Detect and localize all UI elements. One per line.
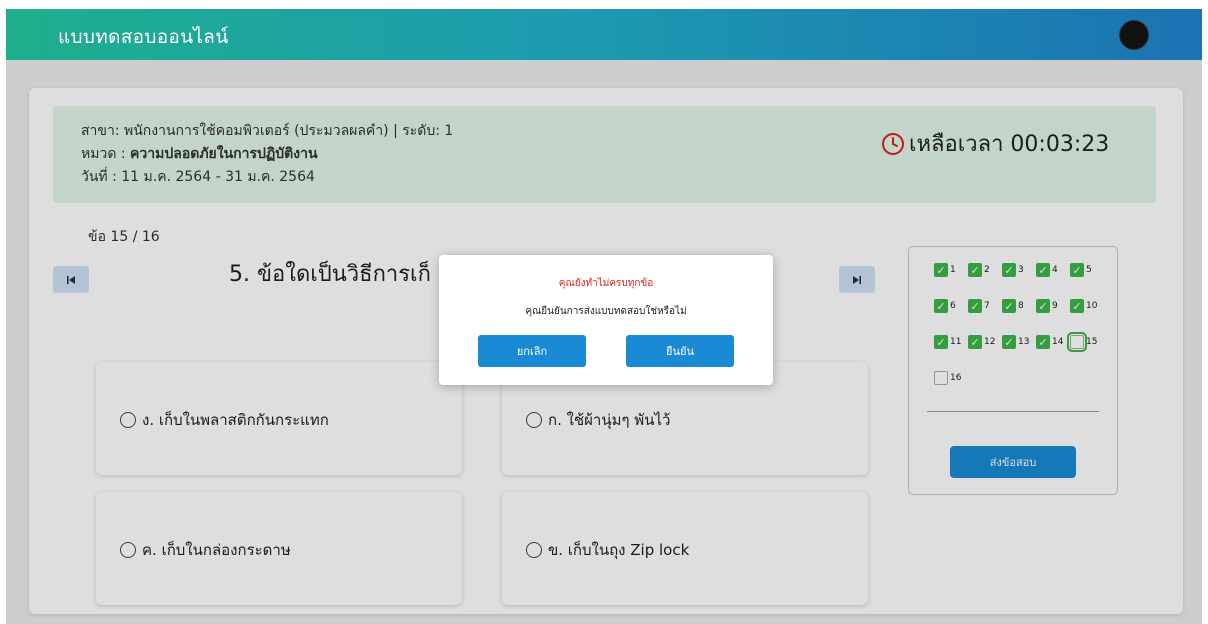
app-title: แบบทดสอบออนไลน์ xyxy=(58,26,229,48)
confirm-dialog: คุณยังทำไม่ครบทุกข้อ คุณยืนยันการส่งแบบท… xyxy=(439,255,773,385)
dialog-title: คุณยังทำไม่ครบทุกข้อ xyxy=(558,278,654,289)
confirm-button[interactable]: ยืนยัน xyxy=(626,335,734,367)
top-bar: แบบทดสอบออนไลน์ xyxy=(6,9,1202,60)
cancel-button[interactable]: ยกเลิก xyxy=(478,335,586,367)
avatar[interactable] xyxy=(1119,20,1149,50)
dialog-message: คุณยืนยันการส่งแบบทดสอบใช่หรือไม่ xyxy=(525,306,687,317)
